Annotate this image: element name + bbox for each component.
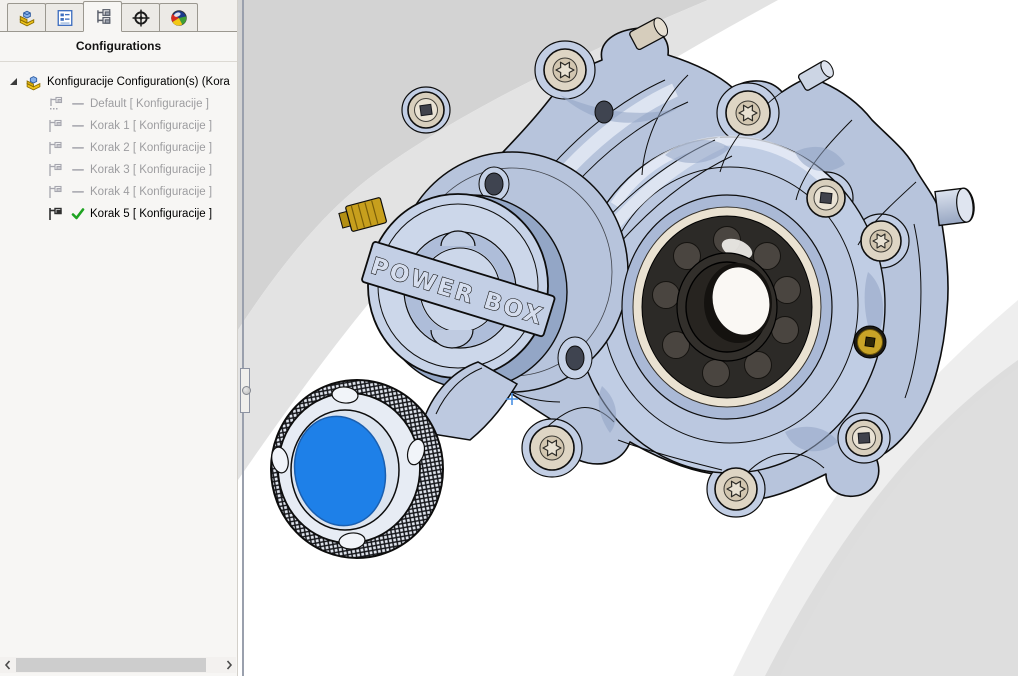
display-manager-icon	[170, 9, 188, 27]
solidworks-window: POWER BOX	[0, 0, 1018, 676]
ball-bearing[interactable]	[622, 195, 832, 419]
config-flag-icon	[47, 162, 64, 179]
active-config-check-icon	[69, 208, 86, 220]
config-root-row[interactable]: Konfiguracije Configuration(s) (Kora	[0, 71, 237, 93]
panel-splitter[interactable]	[242, 0, 244, 676]
rebuild-dash-icon	[69, 190, 86, 194]
rebuild-dash-icon	[69, 102, 86, 106]
feature-manager-panel: Configurations Konfiguracije Configurati…	[0, 0, 238, 676]
config-row-default[interactable]: Default [ Konfiguracije ]	[0, 93, 237, 115]
rebuild-dash-icon	[69, 124, 86, 128]
collapse-dot-icon	[242, 386, 251, 395]
active-config-flag-icon	[47, 206, 64, 223]
rebuild-dash-icon	[69, 146, 86, 150]
rebuild-dash-icon	[69, 168, 86, 172]
configuration-tree: Konfiguracije Configuration(s) (Kora	[0, 62, 237, 225]
manager-tab-bar	[0, 0, 237, 32]
config-root-label: Konfiguracije Configuration(s) (Kora	[47, 76, 230, 88]
tab-feature-manager[interactable]	[7, 3, 46, 31]
configuration-manager-icon	[94, 8, 112, 26]
configurations-root-icon	[25, 74, 42, 91]
config-flag-icon	[47, 140, 64, 157]
config-flag-icon	[47, 184, 64, 201]
config-row-korak-3[interactable]: Korak 3 [ Konfiguracije ]	[0, 159, 237, 181]
tab-configuration-manager[interactable]	[83, 1, 122, 32]
gold-plug[interactable]	[854, 326, 886, 358]
config-row-korak-1[interactable]: Korak 1 [ Konfiguracije ]	[0, 115, 237, 137]
scroll-left-button[interactable]	[0, 657, 15, 673]
dimxpert-manager-icon	[132, 9, 150, 27]
property-manager-icon	[56, 9, 74, 27]
config-flag-icon	[47, 118, 64, 135]
panel-title: Configurations	[0, 32, 237, 62]
tab-dimxpert-manager[interactable]	[121, 3, 160, 31]
tab-property-manager[interactable]	[45, 3, 84, 31]
default-config-icon	[47, 96, 64, 113]
scrollbar-thumb[interactable]	[16, 658, 206, 672]
config-row-korak-4[interactable]: Korak 4 [ Konfiguracije ]	[0, 181, 237, 203]
scroll-right-button[interactable]	[221, 657, 236, 673]
panel-collapse-handle[interactable]	[240, 368, 250, 413]
feature-manager-icon	[18, 9, 36, 27]
tab-display-manager[interactable]	[159, 3, 198, 31]
config-row-korak-5[interactable]: Korak 5 [ Konfiguracije ]	[0, 203, 237, 225]
expand-arrow-icon[interactable]	[6, 77, 20, 87]
config-row-korak-2[interactable]: Korak 2 [ Konfiguracije ]	[0, 137, 237, 159]
h-scrollbar[interactable]	[0, 657, 236, 673]
